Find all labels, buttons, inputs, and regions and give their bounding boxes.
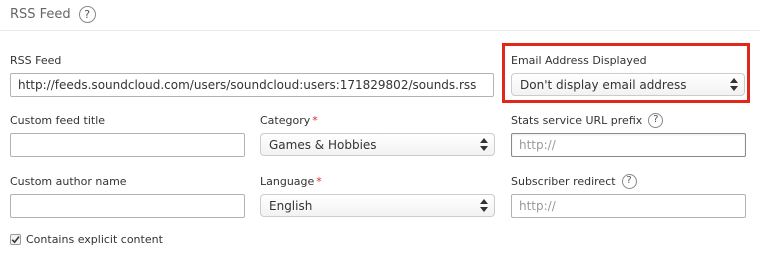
category-select[interactable]: Games & Hobbies: [260, 133, 495, 156]
custom-author-field: Custom author name: [10, 173, 245, 218]
language-value: English: [269, 198, 313, 213]
language-label: Language *: [260, 174, 322, 188]
help-icon[interactable]: ?: [621, 173, 637, 189]
section-title: RSS Feed: [10, 6, 71, 22]
rss-feed-label: RSS Feed: [10, 53, 62, 67]
explicit-content-label: Contains explicit content: [26, 232, 163, 246]
language-select[interactable]: English: [260, 194, 495, 217]
custom-feed-title-field: Custom feed title: [10, 112, 245, 157]
stats-prefix-label: Stats service URL prefix ?: [511, 112, 746, 128]
email-display-field: Email Address Displayed Don't display em…: [511, 52, 745, 96]
category-value: Games & Hobbies: [269, 137, 377, 152]
rss-feed-input[interactable]: [10, 73, 494, 97]
category-field: Category * Games & Hobbies: [260, 112, 495, 156]
section-divider: [0, 30, 760, 31]
select-arrows-icon: [730, 78, 738, 91]
section-header: RSS Feed ?: [10, 5, 96, 23]
required-mark: *: [316, 174, 322, 188]
language-field: Language * English: [260, 173, 495, 217]
help-icon[interactable]: ?: [648, 112, 664, 128]
select-arrows-icon: [480, 199, 488, 212]
email-display-label: Email Address Displayed: [511, 53, 647, 67]
email-display-value: Don't display email address: [520, 77, 687, 92]
required-mark: *: [312, 113, 318, 127]
help-icon[interactable]: ?: [78, 5, 96, 23]
custom-author-input[interactable]: [10, 194, 245, 218]
custom-feed-title-input[interactable]: [10, 133, 245, 157]
category-label: Category *: [260, 113, 318, 127]
explicit-content-checkbox[interactable]: [10, 233, 21, 245]
stats-prefix-input[interactable]: [511, 133, 746, 157]
stats-prefix-field: Stats service URL prefix ?: [511, 112, 746, 157]
subscriber-redirect-field: Subscriber redirect ?: [511, 173, 746, 218]
select-arrows-icon: [480, 138, 488, 151]
checkmark-icon: [11, 235, 20, 243]
rss-feed-field: RSS Feed: [10, 52, 494, 97]
custom-feed-title-label: Custom feed title: [10, 113, 106, 127]
subscriber-redirect-input[interactable]: [511, 194, 746, 218]
subscriber-redirect-label: Subscriber redirect ?: [511, 173, 746, 189]
explicit-content-row[interactable]: Contains explicit content: [10, 231, 163, 247]
custom-author-label: Custom author name: [10, 174, 127, 188]
email-display-select[interactable]: Don't display email address: [511, 73, 745, 96]
